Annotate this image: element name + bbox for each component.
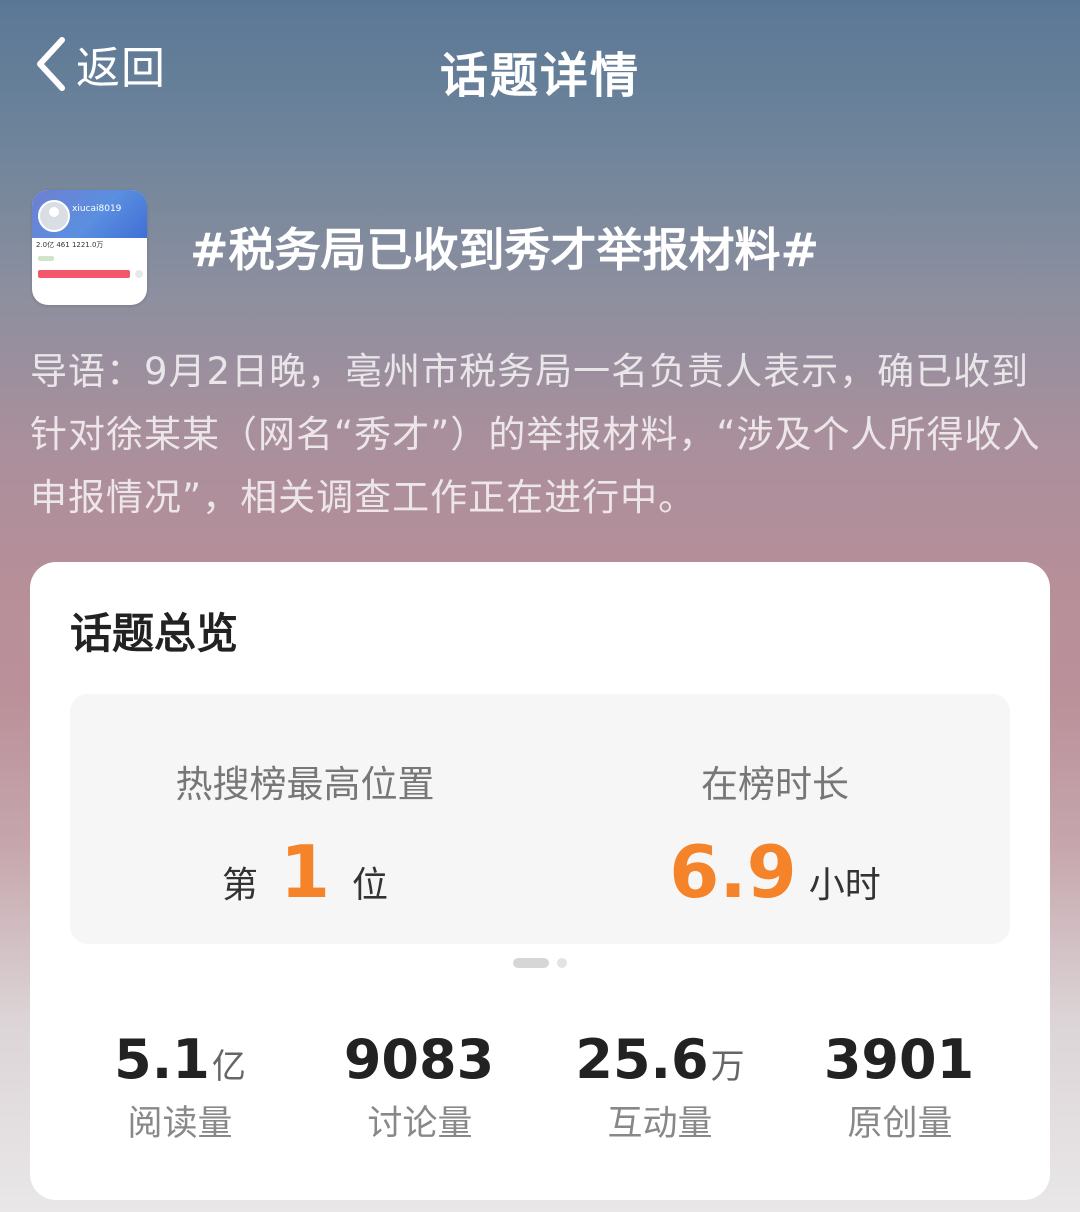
stat-label: 阅读量 bbox=[127, 1104, 233, 1144]
stat-label: 互动量 bbox=[607, 1104, 713, 1144]
navigation-bar: 返回 话题详情 bbox=[0, 0, 1080, 130]
overview-card: 话题总览 热搜榜最高位置 第1位 在榜时长 6.9 小时 5.1亿 阅读量 908… bbox=[30, 562, 1050, 1200]
thumbnail-avatar bbox=[38, 200, 70, 232]
duration-block: 在榜时长 6.9 小时 bbox=[540, 694, 1010, 944]
thumbnail-username: xiucai8019 bbox=[72, 204, 122, 214]
stat-value: 3901 bbox=[823, 1028, 975, 1091]
overview-title: 话题总览 bbox=[70, 609, 239, 658]
duration-unit: 小时 bbox=[808, 865, 881, 906]
duration-value: 6.9 小时 bbox=[540, 830, 1010, 914]
stat-value: 25.6万 bbox=[575, 1028, 745, 1091]
stat-originals: 3901 原创量 bbox=[780, 1028, 1020, 1146]
ranking-panel[interactable]: 热搜榜最高位置 第1位 在榜时长 6.9 小时 bbox=[70, 694, 1010, 944]
highest-rank-label: 热搜榜最高位置 bbox=[175, 763, 435, 806]
duration-label: 在榜时长 bbox=[701, 763, 849, 806]
stat-label: 讨论量 bbox=[367, 1104, 473, 1144]
rank-suffix: 位 bbox=[352, 865, 389, 906]
stat-unit: 万 bbox=[710, 1047, 745, 1087]
thumbnail-follow-button bbox=[38, 270, 130, 278]
stat-value: 5.1亿 bbox=[114, 1028, 246, 1091]
thumbnail-stats: 2.0亿 461 1221.0万 bbox=[36, 241, 104, 249]
page-title: 话题详情 bbox=[439, 48, 640, 104]
rank-prefix: 第 bbox=[221, 865, 258, 906]
rank-number: 1 bbox=[279, 830, 331, 914]
stat-interactions: 25.6万 互动量 bbox=[540, 1028, 780, 1146]
stat-unit: 亿 bbox=[211, 1047, 246, 1087]
stat-discussions: 9083 讨论量 bbox=[300, 1028, 540, 1146]
highest-rank-block: 热搜榜最高位置 第1位 bbox=[70, 694, 540, 944]
stat-reads: 5.1亿 阅读量 bbox=[60, 1028, 300, 1146]
highest-rank-value: 第1位 bbox=[70, 830, 540, 914]
topic-title: #税务局已收到秀才举报材料# bbox=[190, 223, 820, 277]
thumbnail-more-icon bbox=[135, 270, 143, 278]
topic-thumbnail[interactable]: xiucai8019 2.0亿 461 1221.0万 bbox=[32, 190, 147, 305]
topic-intro: 导语：9月2日晚，亳州市税务局一名负责人表示，确已收到针对徐某某（网名“秀才”）… bbox=[30, 350, 1041, 519]
page-indicator-active bbox=[513, 958, 549, 968]
stat-label: 原创量 bbox=[847, 1104, 953, 1144]
stats-row: 5.1亿 阅读量 9083 讨论量 25.6万 互动量 3901 原创量 bbox=[60, 1028, 1020, 1148]
duration-number: 6.9 bbox=[669, 830, 797, 914]
page-indicator-dot bbox=[557, 958, 567, 968]
thumbnail-tag bbox=[38, 256, 54, 261]
stat-value: 9083 bbox=[343, 1028, 495, 1091]
